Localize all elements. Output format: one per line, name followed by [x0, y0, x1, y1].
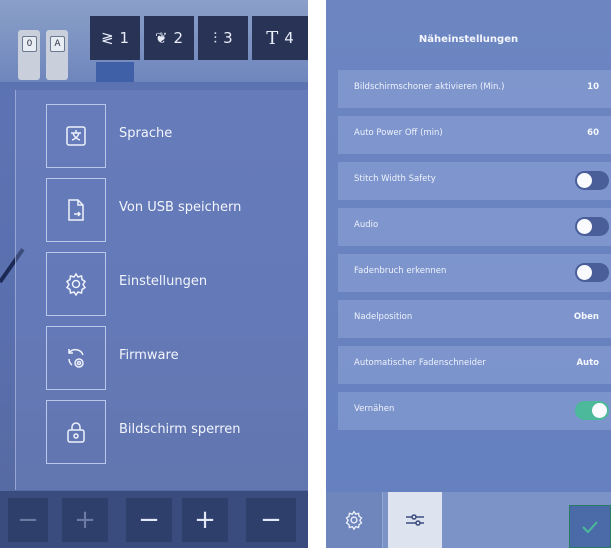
setting-label: Stitch Width Safety [354, 174, 436, 184]
setting-value[interactable]: Oben [574, 312, 599, 322]
left-screen: 0 A ≷ 1 ❦ 2 ⫶ 3 T4 Sprache Von USB speicher… [0, 0, 308, 548]
decrease-button[interactable]: − [246, 498, 296, 542]
tab-number: 1 [119, 29, 130, 47]
menu-item-label: Sprache [119, 126, 173, 141]
setting-row-auto-power-off[interactable]: Auto Power Off (min) 60 [338, 116, 611, 154]
lock-screen-icon [46, 400, 106, 464]
settings-gear-icon [345, 510, 363, 530]
setting-label: Automatischer Fadenschneider [354, 358, 486, 368]
setting-row-thread-cutter[interactable]: Automatischer Fadenschneider Auto [338, 346, 611, 384]
toggle-knob [577, 173, 592, 188]
setting-value[interactable]: Auto [576, 358, 599, 368]
setting-row-audio: Audio [338, 208, 611, 246]
needle-thumbnail[interactable]: A [46, 30, 68, 80]
confirm-button[interactable] [569, 505, 611, 548]
thread-break-toggle[interactable] [575, 263, 609, 282]
tab-number: 2 [173, 29, 184, 47]
toggle-knob [577, 265, 592, 280]
setting-row-tie-off: Vernähen [338, 392, 611, 430]
menu-item-firmware[interactable]: Firmware [46, 326, 308, 390]
right-screen: Näheinstellungen Bildschirmschoner aktiv… [326, 0, 611, 548]
setting-row-stitch-width-safety: Stitch Width Safety [338, 162, 611, 200]
tab-indicator-active [96, 62, 134, 82]
menu-item-label: Einstellungen [119, 274, 208, 289]
menu-item-label: Bildschirm sperren [119, 422, 241, 437]
toggle-knob [577, 219, 592, 234]
setting-row-screensaver[interactable]: Bildschirmschoner aktivieren (Min.) 10 [338, 70, 611, 108]
tab-stitch-2[interactable]: ❦ 2 [144, 16, 194, 60]
setting-label: Bildschirmschoner aktivieren (Min.) [354, 82, 505, 92]
setting-row-needle-position[interactable]: Nadelposition Oben [338, 300, 611, 338]
firmware-update-icon [46, 326, 106, 390]
language-icon [46, 104, 106, 168]
settings-button[interactable] [326, 492, 383, 548]
setting-label: Audio [354, 220, 379, 230]
settings-menu: Sprache Von USB speichern Einstellungen … [15, 90, 308, 490]
setting-row-thread-break: Fadenbruch erkennen [338, 254, 611, 292]
buttonhole-icon: ⫶ [213, 29, 218, 47]
menu-item-einstellungen[interactable]: Einstellungen [46, 252, 308, 316]
decrease-button[interactable]: − [126, 498, 172, 542]
menu-item-label: Von USB speichern [119, 200, 242, 215]
sliders-button[interactable] [388, 492, 442, 548]
zigzag-stitch-icon: ≷ [100, 29, 114, 47]
decrease-button[interactable]: − [8, 498, 48, 542]
presser-foot-thumbnail[interactable]: 0 [18, 30, 40, 80]
stitch-width-safety-toggle[interactable] [575, 171, 609, 190]
tab-number: 4 [284, 29, 294, 47]
tie-off-toggle[interactable] [575, 401, 609, 420]
setting-label: Auto Power Off (min) [354, 128, 443, 138]
setting-value[interactable]: 60 [587, 128, 599, 138]
thumbnail-label: 0 [22, 36, 37, 52]
tab-stitch-1[interactable]: ≷ 1 [90, 16, 140, 60]
sliders-icon [406, 514, 424, 526]
increase-button[interactable]: + [62, 498, 108, 542]
increase-button[interactable]: + [182, 498, 228, 542]
page-title: Näheinstellungen [418, 34, 519, 45]
menu-item-usb[interactable]: Von USB speichern [46, 178, 308, 242]
settings-gear-icon [46, 252, 106, 316]
toggle-knob [592, 403, 607, 418]
usb-save-icon [46, 178, 106, 242]
thumbnail-label: A [50, 36, 65, 52]
setting-label: Vernähen [354, 404, 395, 414]
audio-toggle[interactable] [575, 217, 609, 236]
confirm-check-icon [582, 520, 598, 533]
tab-number: 3 [223, 29, 233, 47]
setting-label: Nadelposition [354, 312, 413, 322]
setting-label: Fadenbruch erkennen [354, 266, 447, 276]
menu-item-label: Firmware [119, 348, 179, 363]
decorative-stitch-icon: ❦ [154, 29, 168, 47]
menu-item-sprache[interactable]: Sprache [46, 104, 308, 168]
tab-stitch-4[interactable]: T4 [252, 16, 308, 60]
text-stitch-icon: T [266, 27, 279, 49]
setting-value[interactable]: 10 [587, 82, 599, 92]
menu-item-lock[interactable]: Bildschirm sperren [46, 400, 308, 464]
tab-stitch-3[interactable]: ⫶ 3 [198, 16, 248, 60]
